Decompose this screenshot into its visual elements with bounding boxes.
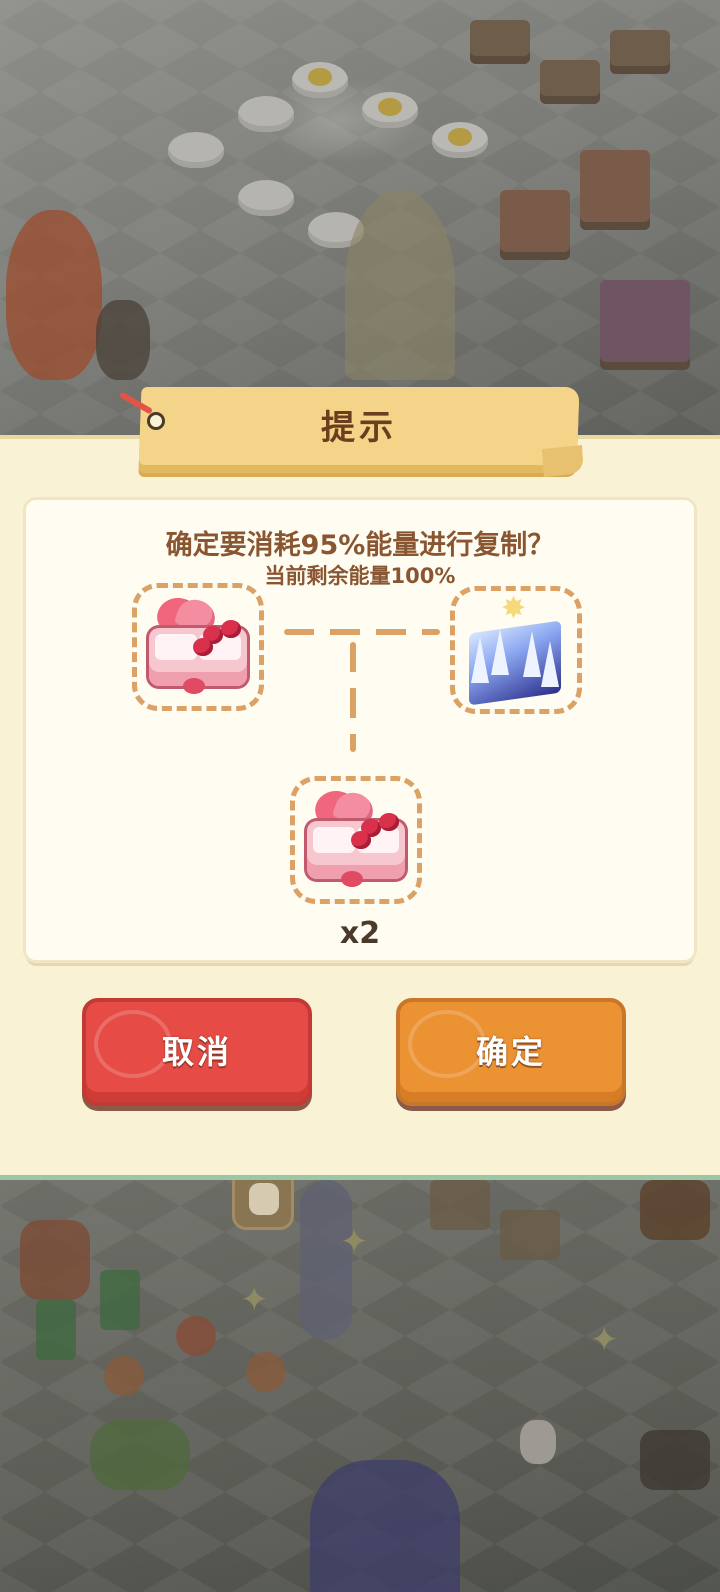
apple-house-decoration xyxy=(6,210,102,380)
target-item-slot: ✸ xyxy=(450,586,582,714)
bento-box-icon xyxy=(143,593,253,694)
crystal-castle-icon: ✸ xyxy=(465,591,565,706)
piano-decoration xyxy=(430,1180,490,1230)
chair-decoration xyxy=(100,1270,140,1330)
sparkle-icon: ✦ xyxy=(590,1320,619,1360)
cake-decoration xyxy=(580,150,650,230)
bush-decoration xyxy=(90,1420,190,1490)
sparkle-icon: ✦ xyxy=(240,1280,269,1320)
shelf-decoration xyxy=(610,30,670,74)
cake-decoration xyxy=(500,190,570,260)
cake-decoration xyxy=(600,280,690,370)
bird-decoration xyxy=(176,1316,216,1356)
tent-decoration xyxy=(310,1460,460,1592)
cancel-button[interactable]: 取消 xyxy=(82,998,312,1106)
shelf-decoration xyxy=(470,20,530,64)
snow-mound-decoration xyxy=(238,96,294,132)
snow-mound-decoration xyxy=(168,132,224,168)
bag-decoration xyxy=(640,1180,710,1240)
result-item-slot xyxy=(290,776,422,904)
confirm-question: 确定要消耗95%能量进行复制？ xyxy=(165,530,555,561)
piano-decoration xyxy=(500,1210,560,1260)
source-item-slot xyxy=(132,583,264,711)
result-count: x2 xyxy=(339,916,381,951)
cancel-button-label: 取消 xyxy=(161,1033,232,1071)
egg-decoration xyxy=(432,122,488,158)
sparkle-icon: ✦ xyxy=(340,1222,369,1262)
snow-mound-decoration xyxy=(238,180,294,216)
egg-decoration xyxy=(362,92,418,128)
connector-line xyxy=(284,629,440,635)
egg-decoration xyxy=(292,62,348,98)
confirm-button-label: 确定 xyxy=(475,1033,546,1071)
bento-box-icon xyxy=(301,786,411,887)
confirm-button[interactable]: 确定 xyxy=(396,998,626,1106)
swirl-decoration xyxy=(408,1010,486,1078)
tiger-decoration xyxy=(246,1352,286,1392)
shelf-decoration xyxy=(540,60,600,104)
bag-decoration xyxy=(640,1430,710,1490)
connector-line xyxy=(350,642,356,752)
teacup-decoration xyxy=(20,1220,90,1300)
duck-icon xyxy=(249,1183,279,1215)
tiger-decoration xyxy=(104,1356,144,1396)
dialog-title: 提示 xyxy=(321,408,397,448)
star-icon: ✸ xyxy=(501,591,527,626)
crystal-gate-decoration xyxy=(345,190,455,380)
swirl-decoration xyxy=(94,1010,172,1078)
bunny-decoration xyxy=(520,1420,556,1464)
chair-decoration xyxy=(36,1300,76,1360)
bear-character xyxy=(96,300,150,380)
remaining-energy-text: 当前剩余能量100% xyxy=(264,564,456,588)
